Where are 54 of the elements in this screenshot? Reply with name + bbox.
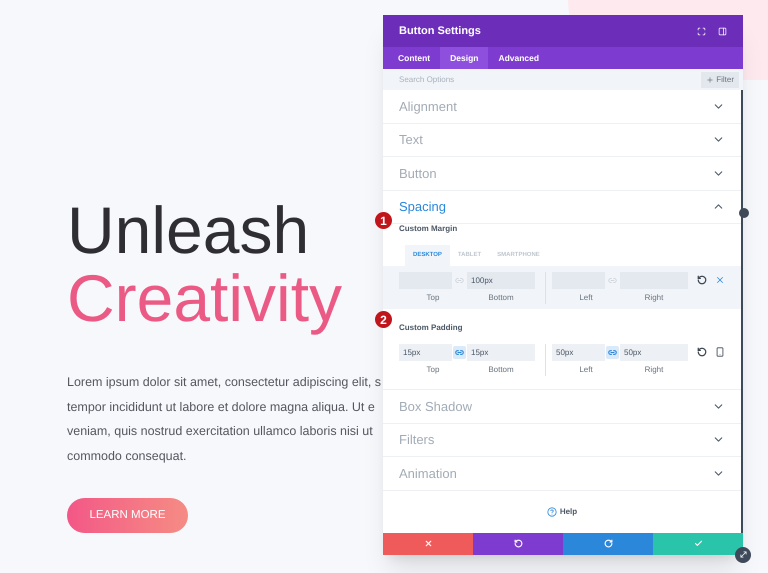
search-bar[interactable]: Search Options Filter (383, 69, 743, 90)
field-label: Bottom (488, 364, 514, 376)
option-label: Custom Padding (399, 323, 463, 332)
panel-title: Button Settings (399, 24, 481, 39)
field-label: Bottom (488, 292, 514, 304)
save-button[interactable] (653, 532, 743, 554)
number-badge: 2 (375, 311, 392, 328)
help-icon (546, 506, 557, 516)
panel-tab[interactable]: Advanced (488, 47, 550, 69)
field-label: Right (644, 364, 664, 376)
reset-icon[interactable] (697, 347, 707, 357)
close-icon[interactable] (715, 275, 725, 285)
expand-icon[interactable] (697, 26, 706, 36)
filter-button[interactable]: Filter (701, 72, 739, 88)
undo-button[interactable] (473, 532, 563, 554)
input-field[interactable]: 50px (552, 344, 605, 361)
side-handle[interactable] (739, 208, 749, 218)
section-title: Filters (399, 431, 434, 449)
resize-icon (738, 550, 748, 559)
input-field[interactable]: 15px (399, 344, 452, 361)
field-label: Right (644, 292, 664, 304)
field-label: Left (579, 292, 593, 304)
redo-button[interactable] (563, 532, 653, 554)
input-field[interactable]: 15px (467, 344, 535, 361)
close-icon (424, 539, 432, 548)
field-label: Top (426, 292, 440, 304)
link-icon[interactable] (453, 346, 466, 359)
section-title: Text (399, 131, 423, 149)
panel-tab[interactable]: Design (440, 47, 488, 69)
section-title: Box Shadow (399, 398, 472, 416)
redo-icon (604, 539, 612, 548)
field-label: Left (579, 364, 593, 376)
link-icon[interactable] (606, 346, 619, 359)
cancel-button[interactable] (383, 532, 473, 554)
plus-icon (706, 76, 714, 84)
section-title: Alignment (399, 98, 457, 116)
phone-icon[interactable] (715, 347, 725, 357)
input-field[interactable]: 50px (620, 344, 688, 361)
sidebar-icon[interactable] (718, 26, 727, 36)
section-title: Spacing (399, 198, 446, 216)
hero-paragraph: Lorem ipsum dolor sit amet, consectetur adipiscing elit, s tempor incididunt ut labore et dolore magna aliqua. Ut e veniam, quis nostrud exercitation ullamco laboris nisi ut commodo consequat. (67, 374, 382, 465)
field-label: Top (426, 364, 440, 376)
input-field[interactable]: 100px (467, 272, 535, 289)
help-link[interactable]: Help (546, 506, 578, 518)
option-label: Custom Margin (399, 224, 458, 233)
panel-tab[interactable]: Content (388, 47, 440, 69)
check-icon (694, 539, 702, 548)
hero-title: Unleash (67, 196, 310, 264)
number-badge: 1 (375, 212, 392, 229)
resize-handle[interactable] (735, 546, 751, 562)
section-title: Button (399, 164, 437, 182)
undo-icon (514, 539, 522, 548)
reset-icon[interactable] (697, 275, 707, 285)
section-title: Animation (399, 464, 457, 482)
